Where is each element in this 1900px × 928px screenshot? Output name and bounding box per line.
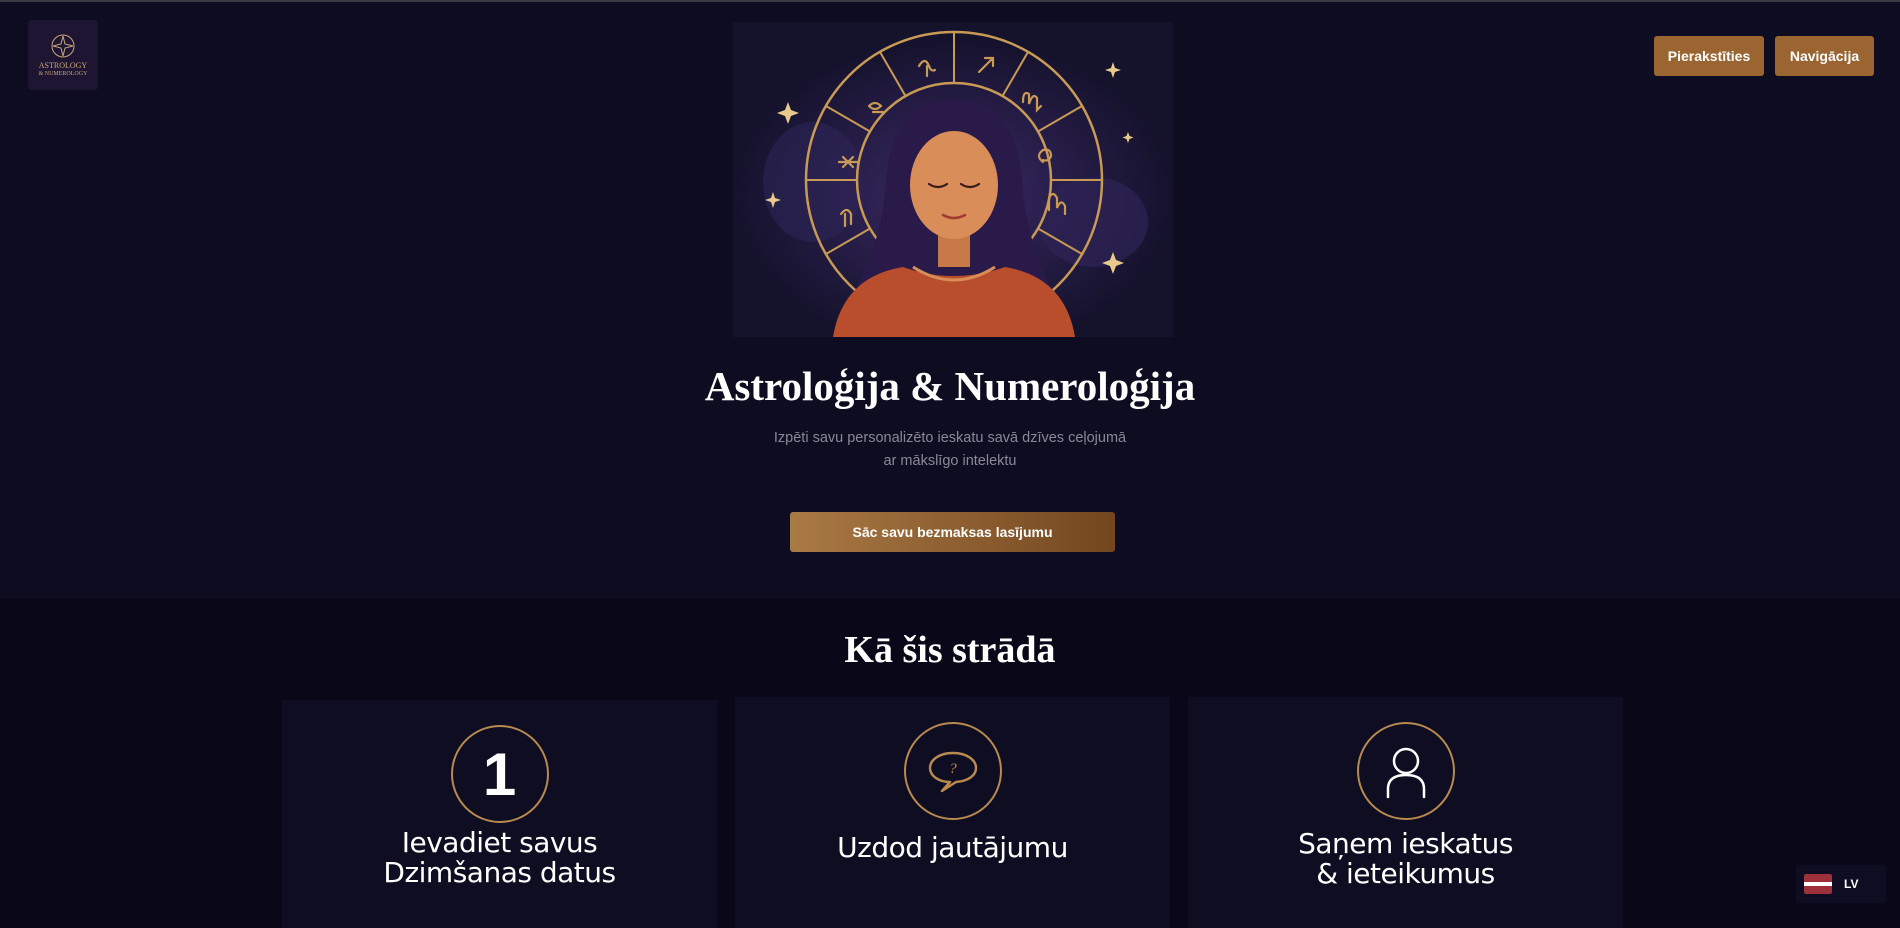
number-one-icon: 1 — [450, 725, 549, 823]
step-label: Uzdod jautājumu — [837, 831, 1068, 864]
site-logo[interactable]: ASTROLOGY & NUMEROLOGY — [28, 20, 98, 90]
hero-section: ASTROLOGY & NUMEROLOGY Pierakstīties Nav… — [0, 2, 1900, 598]
signup-button[interactable]: Pierakstīties — [1654, 36, 1764, 76]
step-label-line1: Saņem ieskatus — [1298, 827, 1513, 860]
latvia-flag-icon — [1804, 874, 1832, 894]
step-label: Ievadiet savus Dzimšanas datus — [282, 828, 717, 888]
language-switcher[interactable]: LV — [1796, 865, 1886, 903]
step-card-enter-birth-data: 1 Ievadiet savus Dzimšanas datus — [282, 700, 717, 928]
svg-text:?: ? — [949, 761, 957, 777]
hero-subtitle: Izpēti savu personalizēto ieskatu savā d… — [0, 427, 1900, 473]
how-it-works-section: Kā šis strādā 1 Ievadiet savus Dzimšanas… — [0, 598, 1900, 928]
step-number: 1 — [482, 740, 517, 808]
hero-subtitle-line1: Izpēti savu personalizēto ieskatu savā d… — [773, 430, 1127, 446]
language-code: LV — [1844, 877, 1859, 891]
logo-text: ASTROLOGY — [38, 61, 88, 71]
hero-title: Astroloģija & Numeroloģija — [704, 363, 1196, 409]
start-free-reading-button[interactable]: Sāc savu bezmaksas lasījumu — [790, 512, 1115, 552]
hero-illustration — [733, 22, 1173, 337]
speech-bubble-question-icon: ? — [903, 722, 1002, 820]
user-icon — [1356, 722, 1455, 820]
logo-subtext: & NUMEROLOGY — [38, 70, 88, 77]
step-card-receive-insights: Saņem ieskatus & ieteikumus — [1188, 697, 1623, 928]
section-title: Kā šis strādā — [844, 629, 1056, 671]
step-card-ask-question: ? Uzdod jautājumu — [735, 697, 1170, 928]
step-label-line2: & ieteikumus — [1316, 857, 1495, 890]
navigation-button[interactable]: Navigācija — [1775, 36, 1874, 76]
hero-subtitle-line2: ar mākslīgo intelektu — [883, 453, 1017, 469]
compass-star-icon — [51, 34, 75, 58]
step-label: Saņem ieskatus & ieteikumus — [1188, 829, 1623, 889]
step-label-line1: Ievadiet savus — [401, 826, 598, 859]
step-label-line2: Dzimšanas datus — [383, 856, 616, 889]
